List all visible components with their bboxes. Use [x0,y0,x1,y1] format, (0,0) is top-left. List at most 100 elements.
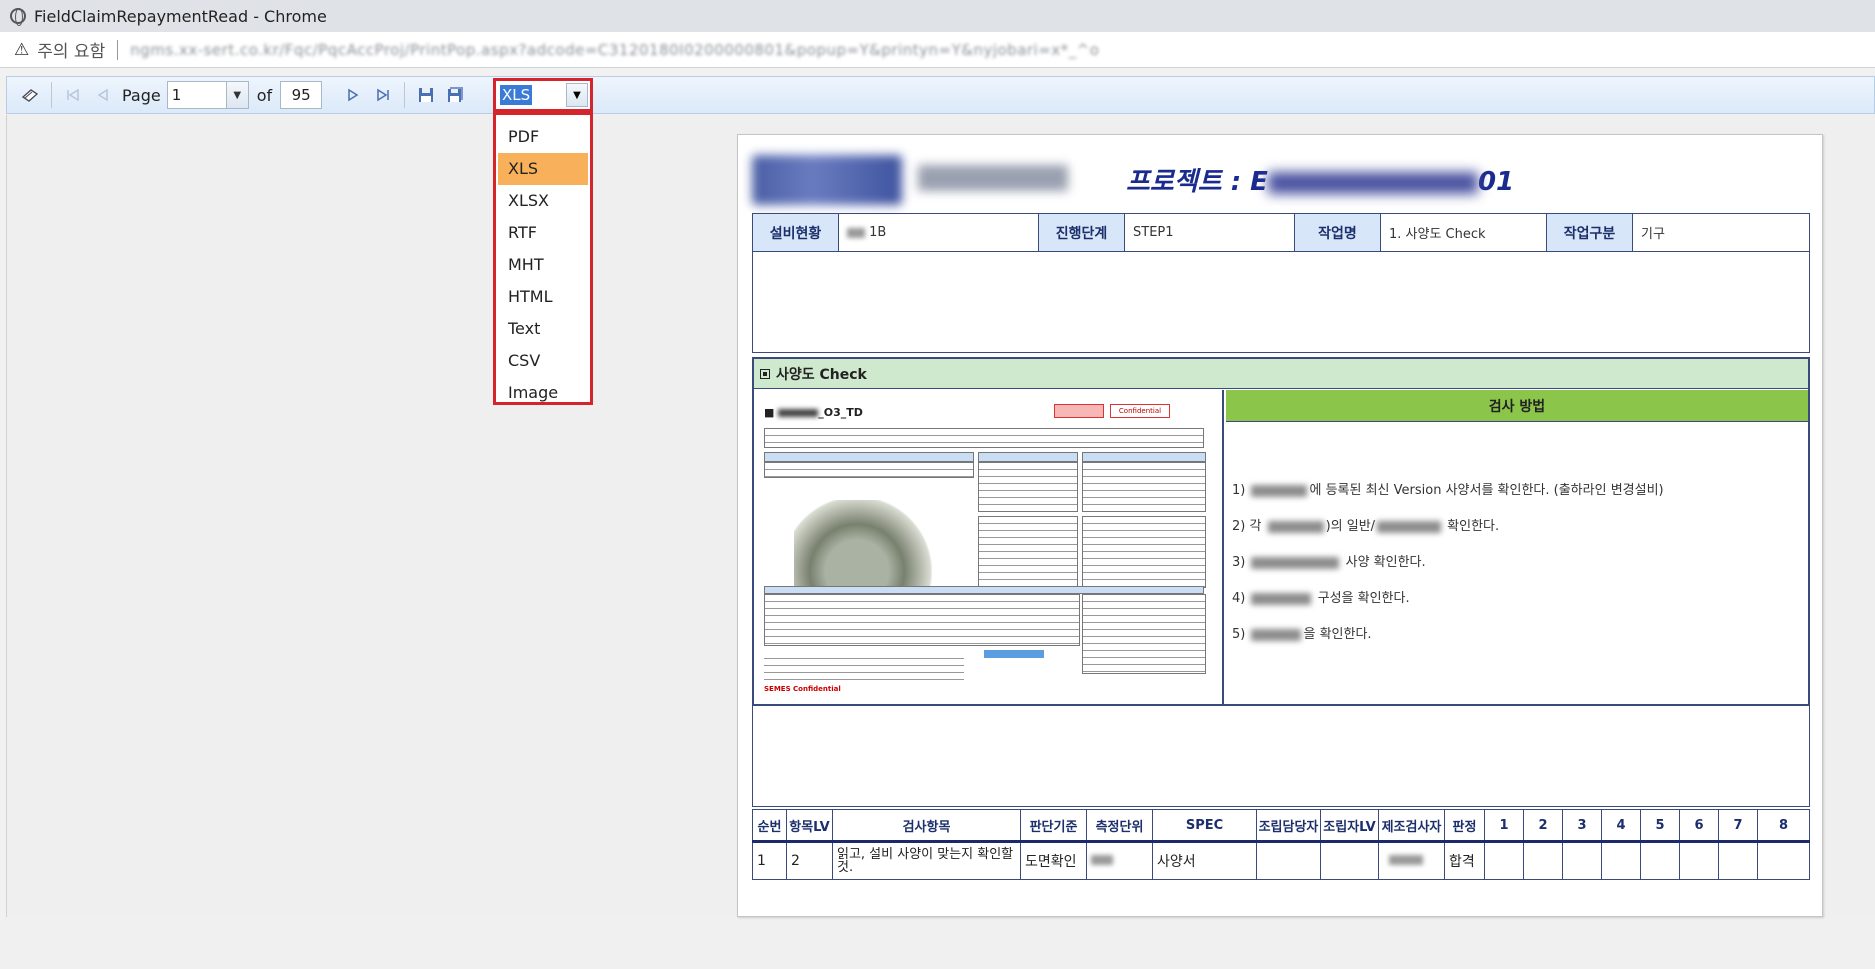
format-option-text[interactable]: Text [498,313,588,345]
thumbnail-header-grid [764,428,1204,448]
format-option-pdf[interactable]: PDF [498,121,588,153]
thumbnail-title: ■ _O3_TD [764,406,863,419]
header-cell: 6 [1679,809,1719,842]
first-page-icon[interactable] [58,80,88,110]
last-page-icon[interactable] [368,80,398,110]
table-cell [1757,841,1810,880]
section-title: 사양도 Check [776,366,867,383]
redacted-text [847,227,865,238]
previous-page-icon[interactable] [88,80,118,110]
export-format-dropdown[interactable]: PDF XLS XLSX RTF MHT HTML Text CSV Image [493,112,593,405]
format-option-csv[interactable]: CSV [498,345,588,377]
window-titlebar: FieldClaimRepaymentRead - Chrome [0,0,1875,32]
report-toolbar: Page 1 ▼ of 95 [6,76,1875,114]
table-cell [1256,841,1321,880]
header-cell: 2 [1523,809,1563,842]
header-cell: 1 [1484,809,1524,842]
thumbnail-badge [1054,404,1104,418]
page-number-value[interactable]: 1 [168,86,182,104]
next-page-icon[interactable] [338,80,368,110]
section-header: 사양도 Check [754,359,1808,389]
project-title-prefix: 프로젝트 : E [1126,167,1268,197]
address-bar[interactable]: ⚠ 주의 요함 ngms.xx-sert.co.kr/Fqc/PqcAccPro… [0,32,1875,68]
project-title: 프로젝트 : E 01 [1126,161,1514,198]
toolbar-separator [404,82,406,108]
table-cell: 도면확인 [1020,841,1087,880]
thumbnail-grid [978,452,1078,462]
header-cell: 5 [1640,809,1680,842]
table-cell: 사양서 [1152,841,1257,880]
save-icon[interactable] [411,80,441,110]
header-cell: 순번 [752,809,787,842]
redacted-text [1091,855,1113,865]
thumbnail-grid [978,516,1078,588]
format-option-xlsx[interactable]: XLSX [498,185,588,217]
stage-value: STEP1 [1124,213,1295,252]
thumbnail-grid [1082,594,1206,674]
report-page: 프로젝트 : E 01 설비현황 1B 진행단계 STEP1 작업명 1. 사양도… [737,134,1823,917]
method-line: 3) 사양 확인한다. [1232,555,1426,570]
table-cell [1601,841,1641,880]
table-cell [1320,841,1379,880]
warning-icon[interactable]: ⚠ [14,40,29,60]
project-code-redacted [1267,171,1478,194]
toolbar-separator [51,82,52,108]
format-option-mht[interactable]: MHT [498,249,588,281]
thumbnail-grid [1082,516,1206,588]
format-option-image[interactable]: Image [498,377,588,409]
thumbnail-grid [764,594,1080,646]
table-cell: 합격 [1444,841,1485,880]
thumbnail-footer: SEMES Confidential [764,685,841,693]
job-type-label: 작업구분 [1546,213,1633,252]
blank-area [752,251,1810,353]
url-text[interactable]: ngms.xx-sert.co.kr/Fqc/PqcAccProj/PrintP… [130,41,1099,59]
checkbox-icon [760,368,770,379]
thumbnail-grid [1082,452,1206,462]
equipment-label: 설비현황 [752,213,839,252]
table-cell [1562,841,1602,880]
thumbnail-highlight [984,650,1044,658]
inspection-method-header: 검사 방법 [1226,390,1808,422]
format-option-xls[interactable]: XLS [498,153,588,185]
spec-sheet-thumbnail: ■ _O3_TD Confidential SEMES Confidential [754,390,1224,704]
chevron-down-icon[interactable]: ▼ [566,83,588,107]
company-subtitle [918,165,1068,191]
table-cell [1640,841,1680,880]
header-cell: 조립담당자 [1256,809,1321,842]
header-cell: 3 [1562,809,1602,842]
thumbnail-grid [764,462,974,478]
header-cell: 판단기준 [1020,809,1087,842]
job-type-value: 기구 [1632,213,1810,252]
export-format-select[interactable]: XLS ▼ [493,78,593,112]
format-option-html[interactable]: HTML [498,281,588,313]
address-separator [117,39,119,60]
table-cell: 읽고, 설비 사양이 맞는지 확인할 것. [832,841,1021,880]
export-format-value[interactable]: XLS [500,85,533,105]
format-option-rtf[interactable]: RTF [498,217,588,249]
security-warning-label[interactable]: 주의 요함 [37,37,105,62]
project-title-suffix: 01 [1477,167,1515,197]
thumbnail-notes [764,652,964,680]
of-label: of [256,85,273,105]
chevron-down-icon[interactable]: ▼ [225,82,248,108]
page-number-select[interactable]: 1 ▼ [166,81,249,109]
header-cell: 4 [1601,809,1641,842]
header-cell: 검사항목 [832,809,1021,842]
print-icon[interactable] [15,80,45,110]
save-all-icon[interactable] [441,80,471,110]
header-cell: 항목LV [786,809,833,842]
table-cell [1378,841,1445,880]
inspection-result-table: 순번 항목LV 검사항목 판단기준 측정단위 SPEC 조립담당자 조립자LV … [752,809,1810,880]
globe-icon [10,8,26,26]
table-cell: 2 [786,841,833,880]
bottom-strip [0,917,1875,969]
header-cell: 7 [1718,809,1758,842]
redacted-text [1389,855,1423,865]
method-line: 5) 을 확인한다. [1232,627,1372,642]
header-cell: SPEC [1152,809,1257,842]
thumbnail-grid [764,586,1204,594]
inspection-method-list: 1) 에 등록된 최신 Version 사양서를 확인한다. (출하라인 변경설… [1232,481,1802,661]
table-cell [1523,841,1563,880]
equipment-value: 1B [838,213,1039,252]
page-label: Page [122,85,161,105]
